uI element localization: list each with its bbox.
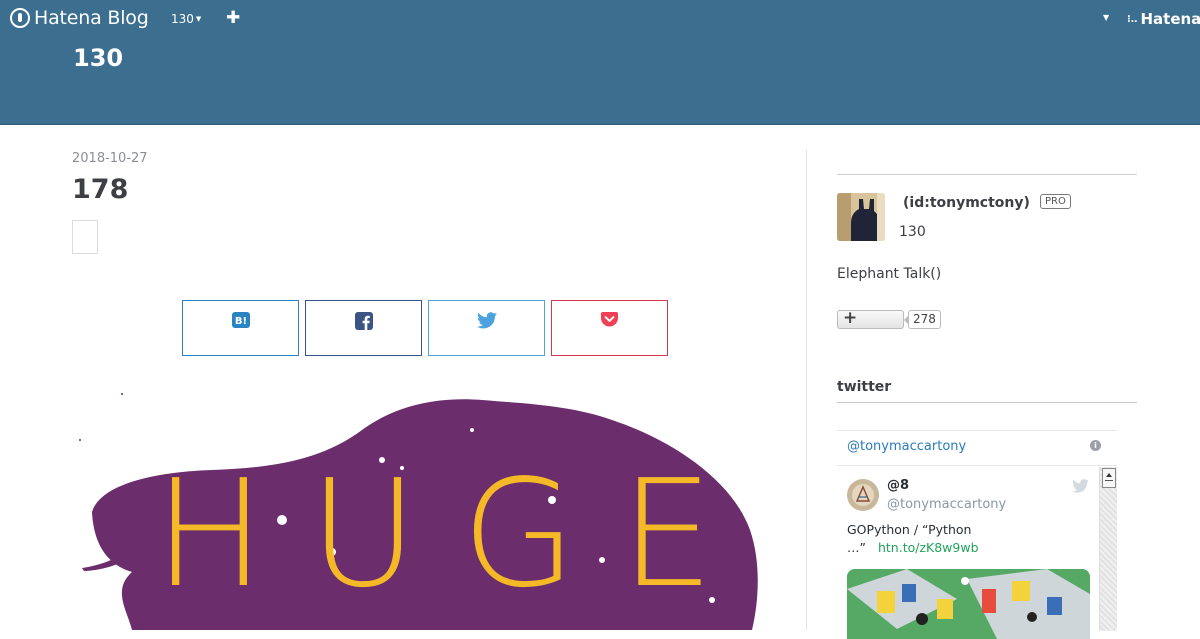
profile-blog-name: 130: [899, 224, 926, 240]
hatena-text: Hatena: [1140, 10, 1200, 28]
hatena-link[interactable]: ⁝‥ Hatena: [1127, 10, 1200, 28]
pocket-icon: [601, 312, 618, 327]
twitter-timeline-widget: @tonymaccartony i @8 @tonymaccartony GOP…: [837, 430, 1117, 639]
hatena-mark-icon: ⁝‥: [1127, 13, 1138, 25]
tweet-text-line-2: …” htn.to/zK8w9wb: [847, 540, 979, 555]
entry-title[interactable]: 178: [72, 174, 128, 205]
twitter-bird-icon[interactable]: [1072, 478, 1089, 497]
module-title-underline: [837, 402, 1137, 403]
user-menu-chevron-down-icon[interactable]: ▼: [1103, 13, 1109, 22]
twitter-widget-handle-link[interactable]: @tonymaccartony: [847, 439, 966, 454]
hero-headline-text: HUGE: [154, 448, 758, 620]
logo-text: Hatena Blog: [34, 7, 149, 29]
facebook-icon: [354, 312, 373, 330]
sidebar-divider: [837, 174, 1137, 175]
blog-header: Hatena Blog 130 ▼ ✚ ▼ ⁝‥ Hatena 130: [0, 0, 1200, 125]
twitter-icon: [476, 312, 497, 329]
tweet-media-image[interactable]: [847, 569, 1090, 639]
tweet-link[interactable]: htn.to/zK8w9wb: [878, 540, 979, 555]
hatena-logo-icon: [10, 8, 30, 28]
profile-id-link[interactable]: (id:tonymctony): [903, 195, 1030, 211]
twitter-bird-svg: [1072, 479, 1089, 493]
plus-icon: +: [843, 308, 858, 328]
tweet-avatar[interactable]: [847, 479, 879, 511]
new-entry-plus-icon[interactable]: ✚: [226, 8, 240, 28]
tweet-author-name[interactable]: @8: [887, 478, 909, 493]
pro-badge: PRO: [1040, 194, 1071, 209]
column-divider: [806, 150, 807, 630]
tweet-item: @8 @tonymaccartony GOPython / “Python …”…: [837, 467, 1099, 639]
share-buttons: B!: [182, 300, 668, 356]
blog-selector-dropdown[interactable]: 130 ▼: [171, 12, 201, 26]
hatena-bookmark-icon: B!: [231, 312, 250, 328]
chevron-down-icon: ▼: [195, 15, 202, 23]
share-twitter-button[interactable]: [428, 300, 545, 356]
hatena-blog-logo[interactable]: Hatena Blog: [10, 7, 149, 29]
twitter-widget-header: @tonymaccartony i: [837, 431, 1117, 466]
twitter-widget-scrollbar[interactable]: [1099, 467, 1117, 631]
share-pocket-button[interactable]: [551, 300, 668, 356]
scroll-up-arrow-icon[interactable]: [1102, 468, 1116, 488]
follower-count[interactable]: 278: [904, 310, 941, 329]
global-topbar: Hatena Blog 130 ▼ ✚ ▼ ⁝‥ Hatena: [0, 0, 1200, 38]
blog-selector-label: 130: [171, 12, 194, 26]
blog-title[interactable]: 130: [73, 44, 123, 72]
profile-description: Elephant Talk(): [837, 266, 942, 282]
share-hatena-bookmark-button[interactable]: B!: [182, 300, 299, 356]
info-icon[interactable]: i: [1090, 440, 1101, 451]
entry-category-box: [72, 220, 98, 254]
avatar-image: [837, 193, 885, 241]
tweet-text-line-1: GOPython / “Python: [847, 522, 972, 537]
tweet-media-illustration: [847, 569, 1090, 639]
tweet-author-screen-name[interactable]: @tonymaccartony: [887, 497, 1006, 512]
tweet-avatar-image: [847, 479, 879, 511]
svg-text:B!: B!: [234, 316, 246, 327]
tweet-text-ellipsis: …”: [847, 540, 866, 555]
twitter-module-title: twitter: [837, 379, 892, 395]
entry-date[interactable]: 2018-10-27: [72, 151, 148, 166]
entry-hero-image: HUGE: [72, 390, 772, 630]
share-facebook-button[interactable]: [305, 300, 422, 356]
profile-avatar[interactable]: [837, 193, 885, 241]
follow-button[interactable]: +: [837, 308, 904, 329]
